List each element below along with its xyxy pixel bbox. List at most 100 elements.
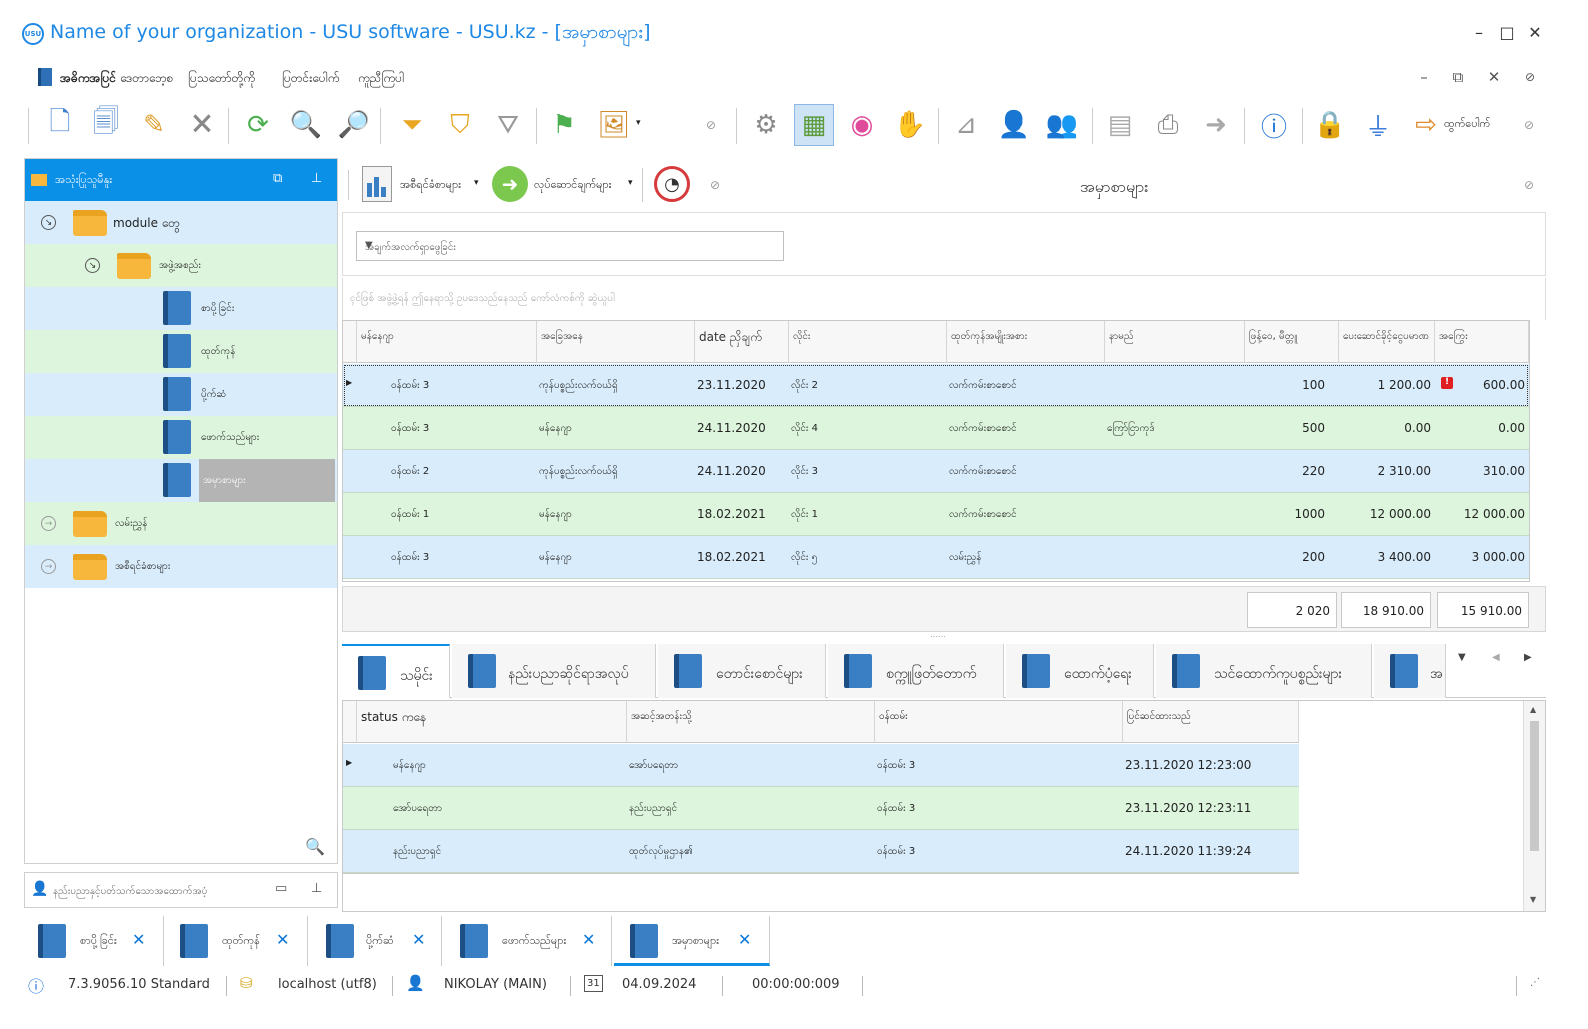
clear-filter-icon[interactable]: ⛛ bbox=[488, 104, 528, 146]
color-wheel-icon[interactable]: ◉ bbox=[842, 104, 882, 146]
column-header[interactable]: အဆင့်အတန်းသို့ bbox=[627, 701, 875, 743]
table-row[interactable]: ဝန်ထမ်း 3 မန်နေဂျာ 18.02.2021 လိုင်း ၅ လ… bbox=[343, 536, 1529, 579]
copy-record-icon[interactable]: 🗐 bbox=[86, 104, 126, 146]
tab-teaching-materials[interactable]: သင်ထောက်ကူပစ္စည်းများ bbox=[1156, 644, 1372, 698]
reports-button[interactable]: အစီရင်ခံစာများ bbox=[400, 178, 461, 194]
expand-icon[interactable]: → bbox=[41, 516, 56, 531]
tab-paper-cutting[interactable]: စက္ကူဖြတ်တောက် bbox=[828, 644, 1004, 698]
tree-item-organization[interactable]: ↘ အဖွဲ့အစည်း bbox=[25, 244, 337, 287]
menu-collapse-icon[interactable]: ⊘ bbox=[1520, 70, 1540, 84]
tab-technical-work[interactable]: နည်းပညာဆိုင်ရာအလုပ် bbox=[452, 644, 656, 698]
search-icon[interactable]: 🔍 bbox=[286, 104, 326, 146]
reports-dropdown-icon[interactable]: ▾ bbox=[474, 178, 479, 188]
collapse-icon[interactable]: ↘ bbox=[85, 258, 100, 273]
column-header[interactable]: ထုတ်ကုန်အမျိုးအစား bbox=[947, 321, 1105, 363]
filter-select[interactable]: အချက်အလက်ရှာဖွေခြင်း ▼ bbox=[356, 231, 784, 261]
doc-tab-customers[interactable]: ဖောက်သည်များ ✕ bbox=[444, 916, 612, 966]
doc-tab-close-icon[interactable]: ✕ bbox=[276, 930, 289, 949]
tab-history[interactable]: သမိုင်း bbox=[342, 644, 450, 698]
tree-item-directory[interactable]: → လမ်းညွှန် bbox=[25, 502, 337, 545]
menu-window[interactable]: ပြတင်းပေါက် bbox=[282, 70, 339, 88]
tree-item-reports[interactable]: → အစီရင်ခံစာများ bbox=[25, 545, 337, 588]
support-strip[interactable]: 👤 နည်းပညာနှင့်ပတ်သက်သောအထောက်အပံ့ ▭ ⊥ bbox=[24, 872, 338, 908]
column-header[interactable]: လိုင်း bbox=[789, 321, 947, 363]
column-header[interactable]: ပေးဆောင်ခိုင့်ငွေပမာဏ bbox=[1339, 321, 1435, 363]
new-record-icon[interactable]: 🗋 bbox=[40, 104, 80, 146]
mdi-minimize-button[interactable]: – bbox=[1414, 68, 1434, 86]
exit-icon[interactable]: ⇨ bbox=[1406, 104, 1446, 146]
table-row[interactable]: ဝန်ထမ်း 2 ကုန်ပစ္စည်းလက်ဝယ်ရှိ 24.11.202… bbox=[343, 450, 1529, 493]
support-pin-icon[interactable]: ⊥ bbox=[311, 881, 322, 896]
tree-item-mailing[interactable]: စာပို့ခြင်း bbox=[25, 287, 337, 330]
tabs-right-icon[interactable]: ▶ bbox=[1524, 652, 1532, 663]
print-icon[interactable]: ⎙ bbox=[1148, 104, 1188, 146]
column-header[interactable]: နာမည် bbox=[1105, 321, 1245, 363]
image-dropdown-icon[interactable]: ▾ bbox=[636, 118, 641, 128]
menu-database[interactable]: ဒေတာဘေ့စ bbox=[120, 70, 173, 88]
toolbar-overflow-icon[interactable]: ⊘ bbox=[706, 118, 716, 132]
refresh-icon[interactable]: ⟳ bbox=[238, 104, 278, 146]
table-row[interactable]: ဝန်ထမ်း 1 မန်နေဂျာ 18.02.2021 လိုင်း 1 လ… bbox=[343, 493, 1529, 536]
minimize-button[interactable]: – bbox=[1466, 22, 1492, 44]
tab-requests[interactable]: တောင်းစောင်များ bbox=[658, 644, 826, 698]
menu-help[interactable]: ကူညီကြပါ bbox=[358, 70, 404, 88]
tree-item-orders[interactable]: အမှာစာများ bbox=[25, 459, 337, 502]
map-icon[interactable]: ▦ bbox=[794, 104, 834, 146]
tree-item-money[interactable]: ပို့က်ဆံ bbox=[25, 373, 337, 416]
nav-search-icon[interactable]: 🔍 bbox=[305, 837, 325, 856]
mdi-close-button[interactable]: ✕ bbox=[1484, 68, 1504, 86]
column-header[interactable]: ပြင်ဆင်ထားသည် bbox=[1123, 701, 1299, 743]
toolbar-right-overflow-icon[interactable]: ⊘ bbox=[1524, 118, 1534, 132]
table-row[interactable]: အော်ပရေတာ နည်းပညာရှင် ဝန်ထမ်း 3 23.11.20… bbox=[343, 787, 1299, 830]
close-button[interactable]: ✕ bbox=[1522, 22, 1548, 44]
rss-icon[interactable]: ⊿ bbox=[946, 104, 986, 146]
table-row[interactable]: ▶ မန်နေဂျာ အော်ပရေတာ ဝန်ထမ်း 3 23.11.202… bbox=[343, 744, 1299, 787]
splitter-handle[interactable]: ⋯⋯ bbox=[930, 632, 946, 641]
doc-tab-close-icon[interactable]: ✕ bbox=[412, 930, 425, 949]
tab-more[interactable]: အ bbox=[1374, 644, 1446, 698]
logout-label[interactable]: ထွက်ပေါက် bbox=[1444, 117, 1490, 133]
doc-tab-close-icon[interactable]: ✕ bbox=[132, 930, 145, 949]
table-row[interactable]: ▶ ဝန်ထမ်း 3 ကုန်ပစ္စည်းလက်ဝယ်ရှိ 23.11.2… bbox=[343, 364, 1529, 407]
column-header[interactable]: ဝန်ထမ်း bbox=[875, 701, 1123, 743]
tab-supply[interactable]: ထောက်ပံ့ရေး bbox=[1006, 644, 1154, 698]
doc-tab-close-icon[interactable]: ✕ bbox=[582, 930, 595, 949]
tree-item-modules[interactable]: ↘ module တွေ bbox=[25, 201, 337, 244]
doc-tab-close-icon[interactable]: ✕ bbox=[738, 930, 751, 949]
tabs-left-icon[interactable]: ◀ bbox=[1492, 652, 1500, 663]
nav-float-icon[interactable]: ⧉ bbox=[273, 171, 282, 186]
actions-arrow-icon[interactable]: ➜ bbox=[492, 166, 528, 202]
flag-icon[interactable]: ⚑ bbox=[544, 104, 584, 146]
column-header[interactable]: အခြေအနေ bbox=[537, 321, 695, 363]
mdi-restore-button[interactable]: ⧉ bbox=[1448, 68, 1468, 86]
report-icon[interactable] bbox=[362, 166, 392, 202]
nav-pin-icon[interactable]: ⊥ bbox=[311, 171, 322, 186]
doc-tab-products[interactable]: ထုတ်ကုန် ✕ bbox=[166, 916, 308, 966]
actions-dropdown-icon[interactable]: ▾ bbox=[628, 178, 633, 188]
scrollbar[interactable]: ▲ ▼ bbox=[1523, 701, 1545, 911]
column-header[interactable]: အကြွေး bbox=[1435, 321, 1529, 363]
doc-tab-mailing[interactable]: စာပို့ခြင်း ✕ bbox=[24, 916, 164, 966]
menu-main[interactable]: အဓိကအပြင် bbox=[60, 70, 116, 88]
lock-icon[interactable]: 🔒 bbox=[1310, 104, 1350, 146]
main-toolbar-overflow-icon[interactable]: ⊘ bbox=[710, 178, 720, 192]
menu-view[interactable]: ပြသတော်တို့ကို bbox=[188, 70, 255, 88]
column-header[interactable]: မန်နေဂျာ bbox=[357, 321, 537, 363]
doc-tab-money[interactable]: ပို့က်ဆံ ✕ bbox=[310, 916, 442, 966]
delete-record-icon[interactable]: 🗙 bbox=[182, 104, 222, 146]
users-group-icon[interactable]: 👥 bbox=[1042, 104, 1082, 146]
forward-icon[interactable]: ➜ bbox=[1196, 104, 1236, 146]
expand-icon[interactable]: → bbox=[41, 559, 56, 574]
maximize-button[interactable]: □ bbox=[1494, 22, 1520, 44]
user-role-icon[interactable]: 👤 bbox=[994, 104, 1034, 146]
collapse-icon[interactable]: ↘ bbox=[41, 215, 56, 230]
tree-item-products[interactable]: ထုတ်ကုန် bbox=[25, 330, 337, 373]
chevron-down-icon[interactable]: ▼ bbox=[365, 240, 775, 251]
column-header[interactable]: status ကနေ bbox=[357, 701, 627, 743]
actions-button[interactable]: လုပ်ဆောင်ချက်များ bbox=[534, 178, 611, 194]
settings-gear-icon[interactable]: ⚙ bbox=[746, 104, 786, 146]
info-icon[interactable]: ⓘ bbox=[1254, 104, 1294, 146]
advanced-search-icon[interactable]: 🔎 bbox=[334, 104, 374, 146]
hand-icon[interactable]: ✋ bbox=[890, 104, 930, 146]
title-overflow-icon[interactable]: ⊘ bbox=[1524, 178, 1534, 192]
